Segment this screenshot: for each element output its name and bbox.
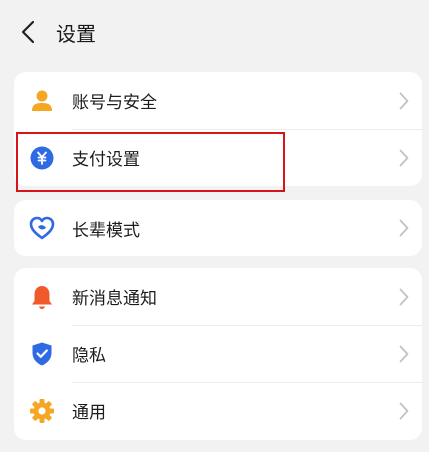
settings-item-account-security[interactable]: 账号与安全 [14, 72, 422, 129]
settings-item-label: 支付设置 [72, 150, 140, 170]
chevron-right-icon [386, 92, 422, 110]
settings-item-general[interactable]: 通用 [14, 382, 422, 439]
settings-group-elder: 长辈模式 [14, 200, 422, 256]
settings-item-label: 长辈模式 [72, 220, 140, 241]
settings-item-label: 隐私 [72, 346, 106, 366]
yuan-icon [28, 144, 56, 172]
settings-group-account: 账号与安全 支付设置 [14, 72, 422, 186]
chevron-right-icon [386, 345, 422, 363]
settings-item-label: 通用 [72, 403, 106, 423]
settings-item-label: 账号与安全 [72, 93, 157, 113]
chevron-right-icon [386, 219, 422, 237]
settings-item-payment[interactable]: 支付设置 [14, 129, 422, 186]
settings-item-label: 新消息通知 [72, 289, 157, 309]
shield-icon [28, 340, 56, 368]
gear-icon [28, 397, 56, 425]
settings-item-elder-mode[interactable]: 长辈模式 [14, 200, 422, 256]
settings-item-privacy[interactable]: 隐私 [14, 325, 422, 382]
chevron-right-icon [386, 288, 422, 306]
heart-icon [28, 214, 56, 242]
bell-icon [28, 283, 56, 311]
settings-group-general: 新消息通知 隐私 通用 [14, 268, 422, 440]
chevron-right-icon [386, 402, 422, 420]
back-button[interactable] [0, 0, 56, 64]
settings-item-notifications[interactable]: 新消息通知 [14, 268, 422, 325]
user-icon [28, 87, 56, 115]
chevron-right-icon [386, 149, 422, 167]
page-title: 设置 [56, 21, 96, 46]
chevron-left-icon [21, 20, 35, 44]
top-bar: 设置 [0, 0, 429, 64]
